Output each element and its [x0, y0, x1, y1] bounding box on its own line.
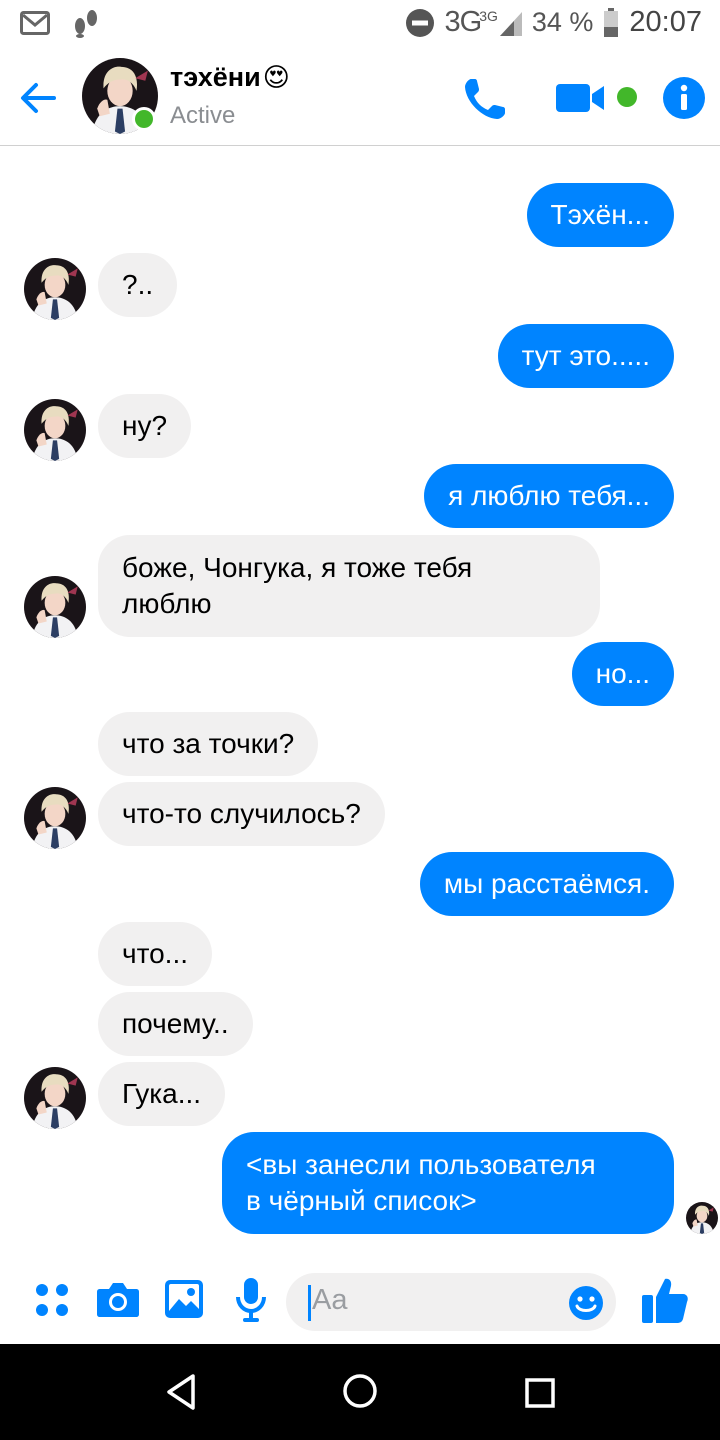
- battery-icon: [604, 7, 619, 37]
- incoming-message[interactable]: Гука...: [98, 1062, 226, 1126]
- heart-eyes-emoji: 😍: [262, 62, 290, 92]
- status-bar: 3G 3G 34 % 20:07: [0, 0, 720, 50]
- sender-avatar[interactable]: [24, 787, 86, 849]
- seen-avatar: [686, 1202, 718, 1234]
- incoming-message[interactable]: что...: [98, 922, 213, 986]
- outgoing-message[interactable]: <вы занесли пользователя в чёрный список…: [222, 1132, 674, 1234]
- message-composer: Aa: [0, 1267, 720, 1344]
- sender-avatar[interactable]: [24, 258, 86, 320]
- gallery-icon[interactable]: [164, 1279, 204, 1319]
- back-arrow-icon[interactable]: [14, 74, 62, 122]
- sender-avatar[interactable]: [24, 576, 86, 638]
- outgoing-message[interactable]: Тэхён...: [526, 183, 674, 247]
- contact-name-text: тэхёни: [170, 62, 261, 92]
- info-icon[interactable]: [662, 76, 706, 120]
- message-list: Тэхён... ?.. тут это..... ну? я люблю те…: [0, 147, 720, 1267]
- more-apps-icon[interactable]: [34, 1282, 70, 1318]
- contact-name[interactable]: тэхёни 😍: [170, 62, 290, 93]
- outgoing-message[interactable]: я люблю тебя...: [424, 464, 674, 528]
- incoming-message[interactable]: боже, Чонгука, я тоже тебя люблю: [98, 535, 600, 637]
- clock: 20:07: [629, 6, 702, 38]
- text-caret: [308, 1285, 311, 1321]
- video-camera-icon[interactable]: [554, 78, 608, 118]
- message-input-placeholder: Aa: [312, 1284, 348, 1316]
- contact-status: Active: [170, 102, 236, 129]
- network-type: 3G: [444, 6, 483, 38]
- outgoing-message[interactable]: но...: [571, 642, 674, 706]
- message-input[interactable]: Aa: [286, 1273, 616, 1331]
- system-navigation-bar: [0, 1344, 720, 1440]
- sender-avatar[interactable]: [24, 399, 86, 461]
- online-indicator: [132, 107, 156, 131]
- home-circle-icon[interactable]: [341, 1372, 379, 1410]
- incoming-message[interactable]: ?..: [98, 253, 178, 317]
- back-triangle-icon[interactable]: [163, 1372, 199, 1412]
- video-active-indicator: [617, 87, 637, 107]
- camera-icon[interactable]: [96, 1279, 140, 1319]
- recents-square-icon[interactable]: [524, 1377, 556, 1409]
- microphone-icon[interactable]: [234, 1277, 268, 1323]
- phone-icon[interactable]: [460, 74, 510, 124]
- emoji-icon[interactable]: [568, 1285, 604, 1321]
- incoming-message[interactable]: что за точки?: [98, 712, 319, 776]
- incoming-message[interactable]: почему..: [98, 992, 253, 1056]
- mail-icon: [20, 11, 50, 35]
- signal-icon: [499, 11, 522, 36]
- outgoing-message[interactable]: мы расстаёмся.: [419, 852, 674, 916]
- steps-icon: [75, 10, 97, 38]
- sender-avatar[interactable]: [24, 1067, 86, 1129]
- outgoing-message[interactable]: тут это.....: [497, 324, 674, 388]
- conversation-header: тэхёни 😍 Active: [0, 50, 720, 146]
- network-type-small: 3G: [479, 7, 498, 24]
- incoming-message[interactable]: ну?: [98, 394, 192, 458]
- incoming-message[interactable]: что-то случилось?: [98, 782, 385, 846]
- do-not-disturb-icon: [405, 8, 434, 37]
- battery-percent: 34 %: [531, 7, 594, 37]
- like-icon[interactable]: [640, 1275, 690, 1325]
